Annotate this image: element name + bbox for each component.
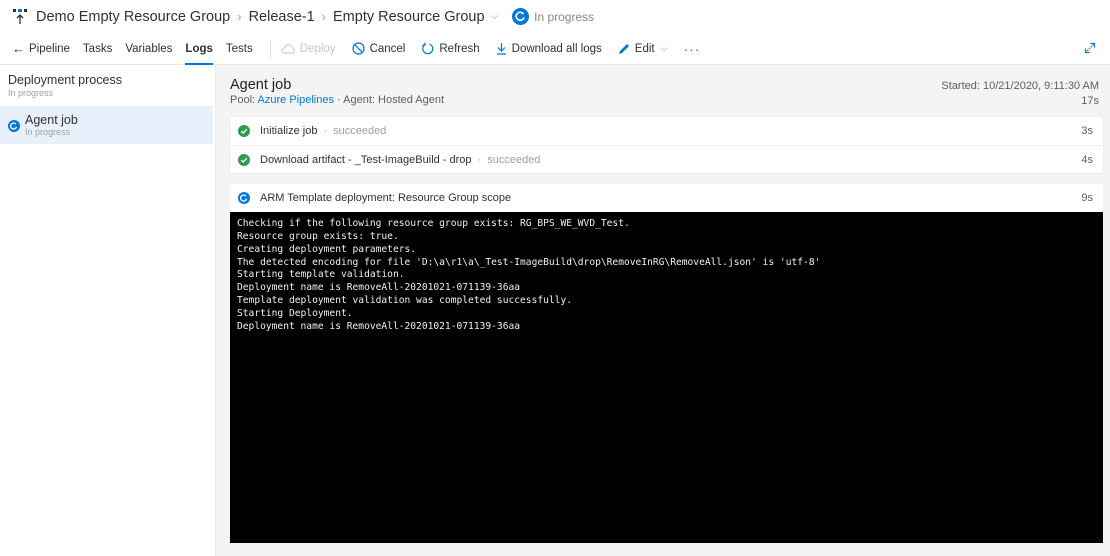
chevron-right-icon: ›: [237, 9, 242, 24]
success-check-icon: [238, 153, 250, 166]
cancel-button[interactable]: Cancel: [351, 42, 406, 55]
pool-label: Pool:: [230, 94, 256, 106]
log-panel: Agent job Pool: Azure Pipelines · Agent:…: [216, 65, 1110, 556]
cloud-icon: [281, 43, 295, 54]
step-row[interactable]: Initialize job · succeeded 3s: [230, 117, 1103, 145]
toolbar: ← Pipeline Tasks Variables Logs Tests De…: [0, 33, 1110, 65]
running-step-header[interactable]: ARM Template deployment: Resource Group …: [230, 184, 1103, 212]
agent-text: · Agent: Hosted Agent: [337, 94, 445, 106]
in-progress-icon: [8, 120, 20, 132]
log-line: Creating deployment parameters.: [237, 243, 417, 255]
pencil-icon: [618, 43, 630, 55]
chevron-right-icon: ›: [321, 9, 326, 24]
cancel-icon: [351, 42, 365, 55]
job-duration: 17s: [1081, 95, 1099, 107]
job-started: Started: 10/21/2020, 9:11:30 AM: [941, 80, 1099, 92]
sidebar: Deployment process In progress Agent job…: [0, 65, 216, 556]
back-to-pipeline-link[interactable]: ← Pipeline: [12, 33, 70, 65]
log-line: Template deployment validation was compl…: [237, 295, 573, 307]
deployment-process-status: In progress: [8, 88, 54, 98]
tab-logs[interactable]: Logs: [185, 33, 214, 65]
step-name: Download artifact - _Test-ImageBuild - d…: [260, 153, 472, 166]
edit-button[interactable]: Edit ⌵: [618, 42, 668, 55]
in-progress-icon: [238, 192, 250, 204]
log-console[interactable]: Checking if the following resource group…: [230, 212, 1103, 543]
refresh-label: Refresh: [439, 42, 480, 55]
in-progress-icon: [512, 8, 530, 25]
download-label: Download all logs: [511, 42, 602, 55]
log-line: Deployment name is RemoveAll-20201021-07…: [237, 320, 521, 332]
log-line: Checking if the following resource group…: [237, 218, 630, 229]
sidebar-item-agent-job[interactable]: Agent job In progress: [0, 106, 213, 144]
step-duration: 9s: [1081, 192, 1093, 204]
breadcrumb-release[interactable]: Release-1: [249, 9, 315, 25]
deployment-process-title: Deployment process: [8, 73, 122, 87]
step-status: succeeded: [487, 153, 541, 166]
log-line: Resource group exists: true.: [237, 230, 399, 242]
status-text: In progress: [534, 9, 595, 24]
content-area: Deployment process In progress Agent job…: [0, 65, 1110, 556]
success-check-icon: [238, 125, 250, 137]
log-line: The detected encoding for file 'D:\a\r1\…: [237, 256, 821, 268]
back-label: Pipeline: [29, 42, 70, 55]
agent-job-status: In progress: [25, 127, 71, 137]
more-options-icon[interactable]: ···: [683, 41, 700, 57]
header: Demo Empty Resource Group › Release-1 › …: [0, 0, 1110, 33]
separator-dot: ·: [477, 153, 482, 166]
step-duration: 4s: [1081, 153, 1093, 166]
toolbar-divider: [269, 39, 271, 58]
chevron-down-icon[interactable]: ⌵: [491, 11, 499, 22]
expand-icon[interactable]: [1084, 41, 1096, 59]
release-pipeline-icon: [12, 8, 28, 26]
job-header: Agent job Pool: Azure Pipelines · Agent:…: [230, 65, 1103, 117]
refresh-icon: [421, 42, 434, 55]
deploy-button[interactable]: Deploy: [281, 43, 336, 55]
chevron-down-icon: ⌵: [660, 43, 668, 53]
tab-tasks[interactable]: Tasks: [83, 33, 112, 65]
tab-tests[interactable]: Tests: [226, 33, 253, 65]
step-name: Initialize job: [260, 125, 318, 137]
job-timing: Started: 10/21/2020, 9:11:30 AM 17s: [941, 79, 1099, 109]
separator-dot: ·: [323, 125, 328, 137]
log-line: Starting template validation.: [237, 269, 405, 281]
download-all-logs-button[interactable]: Download all logs: [496, 42, 602, 55]
download-icon: [496, 42, 507, 55]
step-status: succeeded: [333, 125, 387, 137]
step-row[interactable]: Download artifact - _Test-ImageBuild - d…: [230, 145, 1103, 173]
log-line: Deployment name is RemoveAll-20201021-07…: [237, 282, 521, 294]
step-name: ARM Template deployment: Resource Group …: [260, 192, 512, 204]
edit-label: Edit: [634, 42, 655, 55]
log-line: Starting Deployment.: [237, 307, 353, 319]
deployment-process-section[interactable]: Deployment process In progress: [0, 65, 215, 104]
refresh-button[interactable]: Refresh: [421, 42, 480, 55]
cancel-label: Cancel: [369, 42, 406, 55]
deploy-label: Deploy: [299, 42, 336, 55]
tab-variables[interactable]: Variables: [125, 33, 172, 65]
running-step: ARM Template deployment: Resource Group …: [230, 184, 1103, 543]
agent-job-title: Agent job: [25, 113, 78, 127]
breadcrumb-stage[interactable]: Empty Resource Group: [333, 9, 485, 25]
completed-steps: Initialize job · succeeded 3s Download a…: [230, 117, 1103, 173]
arrow-left-icon: ←: [12, 41, 25, 56]
breadcrumb-pipeline[interactable]: Demo Empty Resource Group: [36, 9, 230, 25]
step-duration: 3s: [1081, 125, 1093, 137]
pool-link[interactable]: Azure Pipelines: [258, 94, 334, 106]
